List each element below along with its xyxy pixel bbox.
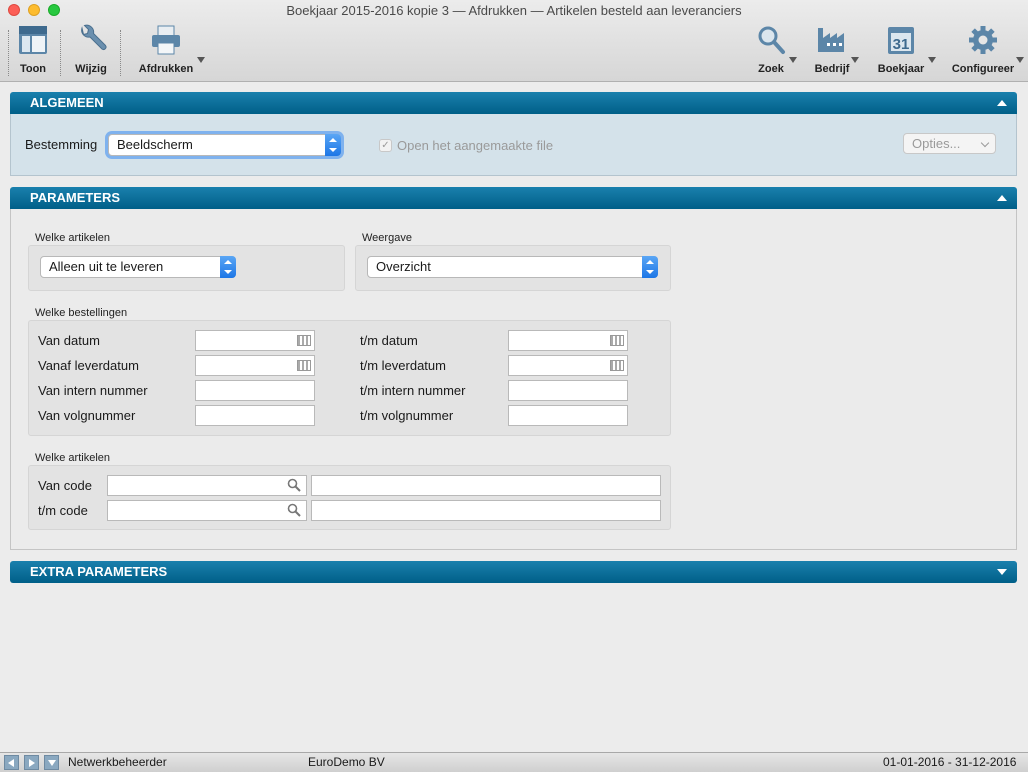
- calendar-icon[interactable]: [610, 335, 624, 346]
- tm-datum-label: t/m datum: [360, 333, 418, 348]
- toolbar-wijzig-button[interactable]: Wijzig: [70, 24, 112, 78]
- open-file-label: Open het aangemaakte file: [397, 138, 554, 153]
- toolbar-wijzig-label: Wijzig: [75, 63, 107, 75]
- previous-record-icon[interactable]: [4, 755, 19, 770]
- toolbar-separator: [120, 30, 121, 76]
- calendar-icon[interactable]: [610, 360, 624, 371]
- opties-button[interactable]: Opties...: [903, 133, 996, 154]
- section-header-extra-parameters[interactable]: EXTRA PARAMETERS: [10, 561, 1017, 583]
- opties-label: Opties...: [912, 136, 961, 151]
- tm-volgnummer-label: t/m volgnummer: [360, 408, 454, 423]
- calendar-icon: 31: [888, 27, 914, 54]
- calendar-day-text: 31: [893, 36, 910, 53]
- toolbar-zoek-button[interactable]: Zoek: [752, 24, 790, 78]
- section-title-extra-parameters: EXTRA PARAMETERS: [30, 564, 168, 579]
- toolbar-configureer-button[interactable]: Configureer: [952, 24, 1014, 78]
- welke-bestellingen-label: Welke bestellingen: [35, 307, 128, 319]
- weergave-value: Overzicht: [376, 259, 431, 274]
- collapse-caret-icon[interactable]: [997, 100, 1007, 106]
- tm-intern-nummer-label: t/m intern nummer: [360, 383, 466, 398]
- tm-code-label: t/m code: [38, 503, 88, 518]
- tm-datum-field[interactable]: [508, 330, 628, 351]
- bestemming-value: Beeldscherm: [117, 137, 193, 152]
- toolbar-afdrukken-button[interactable]: Afdrukken: [134, 24, 198, 78]
- status-company: EuroDemo BV: [308, 755, 385, 769]
- welke-artikelen-popup[interactable]: Alleen uit te leveren: [40, 256, 236, 278]
- gear-icon: [969, 26, 997, 54]
- next-record-icon[interactable]: [24, 755, 39, 770]
- section-header-algemeen[interactable]: ALGEMEEN: [10, 92, 1017, 114]
- calendar-icon[interactable]: [297, 335, 311, 346]
- toolbar-toon-button[interactable]: Toon: [14, 24, 52, 78]
- van-volgnummer-field[interactable]: [195, 405, 315, 426]
- tm-volgnummer-field[interactable]: [508, 405, 628, 426]
- toolbar-toon-label: Toon: [19, 63, 47, 75]
- calendar-icon[interactable]: [297, 360, 311, 371]
- bedrijf-dropdown-arrow[interactable]: [851, 57, 859, 63]
- tm-code-field[interactable]: [107, 500, 307, 521]
- factory-icon: [818, 28, 844, 52]
- status-user: Netwerkbeheerder: [68, 755, 167, 769]
- welke-artikelen-label: Welke artikelen: [35, 232, 110, 244]
- configureer-dropdown-arrow[interactable]: [1016, 57, 1024, 63]
- status-bar: Netwerkbeheerder EuroDemo BV 01-01-2016 …: [0, 752, 1028, 772]
- tm-code-description-field[interactable]: [311, 500, 661, 521]
- popup-stepper-icon: [642, 256, 658, 278]
- boekjaar-dropdown-arrow[interactable]: [928, 57, 936, 63]
- window-toolbar: Boekjaar 2015-2016 kopie 3 — Afdrukken —…: [0, 0, 1028, 82]
- open-file-checkbox[interactable]: ✓: [379, 139, 392, 152]
- search-icon[interactable]: [287, 503, 301, 517]
- van-volgnummer-label: Van volgnummer: [38, 408, 136, 423]
- search-icon[interactable]: [287, 478, 301, 492]
- chevron-down-icon: [980, 138, 990, 148]
- tm-intern-nummer-field[interactable]: [508, 380, 628, 401]
- van-intern-nummer-field[interactable]: [195, 380, 315, 401]
- collapse-caret-icon[interactable]: [997, 195, 1007, 201]
- bestemming-label: Bestemming: [25, 137, 98, 152]
- toolbar-boekjaar-button[interactable]: 31 Boekjaar: [878, 24, 924, 78]
- toolbar-bedrijf-label: Bedrijf: [814, 63, 850, 75]
- welke-artikelen-codes-label: Welke artikelen: [35, 452, 110, 464]
- status-period: 01-01-2016 - 31-12-2016: [883, 755, 1017, 769]
- toolbar-boekjaar-label: Boekjaar: [877, 63, 925, 75]
- bestemming-popup[interactable]: Beeldscherm: [108, 134, 341, 156]
- search-icon: [758, 26, 785, 54]
- toolbar-bedrijf-button[interactable]: Bedrijf: [812, 24, 852, 78]
- section-title-algemeen: ALGEMEEN: [30, 95, 104, 110]
- van-intern-nummer-label: Van intern nummer: [38, 383, 148, 398]
- expand-caret-icon[interactable]: [997, 569, 1007, 575]
- tm-leverdatum-field[interactable]: [508, 355, 628, 376]
- down-arrow-icon[interactable]: [44, 755, 59, 770]
- toolbar-separator: [8, 30, 9, 76]
- popup-stepper-icon: [220, 256, 236, 278]
- zoek-dropdown-arrow[interactable]: [789, 57, 797, 63]
- afdrukken-dropdown-arrow[interactable]: [197, 57, 205, 63]
- tm-leverdatum-label: t/m leverdatum: [360, 358, 446, 373]
- section-title-parameters: PARAMETERS: [30, 190, 121, 205]
- section-header-parameters[interactable]: PARAMETERS: [10, 187, 1017, 209]
- van-datum-label: Van datum: [38, 333, 100, 348]
- van-code-label: Van code: [38, 478, 92, 493]
- view-icon: [19, 26, 47, 54]
- van-code-description-field[interactable]: [311, 475, 661, 496]
- vanaf-leverdatum-field[interactable]: [195, 355, 315, 376]
- weergave-label: Weergave: [362, 232, 412, 244]
- van-code-field[interactable]: [107, 475, 307, 496]
- toolbar-configureer-label: Configureer: [951, 63, 1015, 75]
- toolbar-afdrukken-label: Afdrukken: [138, 63, 194, 75]
- vanaf-leverdatum-label: Vanaf leverdatum: [38, 358, 139, 373]
- toolbar-separator: [60, 30, 61, 76]
- popup-stepper-icon: [325, 134, 341, 156]
- van-datum-field[interactable]: [195, 330, 315, 351]
- printer-icon: [152, 25, 180, 55]
- weergave-popup[interactable]: Overzicht: [367, 256, 658, 278]
- toolbar-zoek-label: Zoek: [758, 63, 784, 75]
- wrench-icon: [81, 24, 107, 50]
- welke-artikelen-value: Alleen uit te leveren: [49, 259, 164, 274]
- window-title: Boekjaar 2015-2016 kopie 3 — Afdrukken —…: [286, 3, 742, 18]
